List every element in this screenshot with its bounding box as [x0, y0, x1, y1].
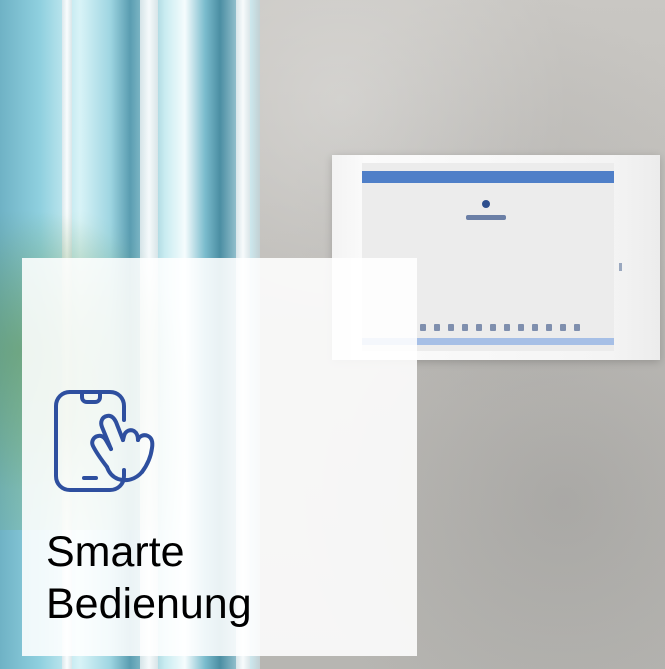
device-top-bar: [362, 171, 614, 183]
device-status-icon: [574, 324, 580, 331]
card-title-line-2: Bedienung: [46, 580, 252, 628]
device-status-icon: [560, 324, 566, 331]
feature-card: Smarte Bedienung: [22, 258, 417, 656]
device-status-icon: [518, 324, 524, 331]
device-status-icon: [490, 324, 496, 331]
device-status-icon: [462, 324, 468, 331]
device-side-button: [619, 263, 622, 271]
device-brand-mark: [466, 215, 506, 220]
device-status-icon: [532, 324, 538, 331]
device-icon-row: [420, 324, 580, 331]
card-title-line-1: Smarte: [46, 528, 185, 576]
device-status-icon: [546, 324, 552, 331]
device-status-icon: [476, 324, 482, 331]
device-status-icon: [448, 324, 454, 331]
device-status-icon: [504, 324, 510, 331]
device-logo-icon: [482, 200, 490, 208]
smartphone-touch-icon: [54, 390, 155, 492]
card-title: Smarte Bedienung: [46, 526, 252, 630]
device-status-icon: [420, 324, 426, 331]
device-status-icon: [434, 324, 440, 331]
